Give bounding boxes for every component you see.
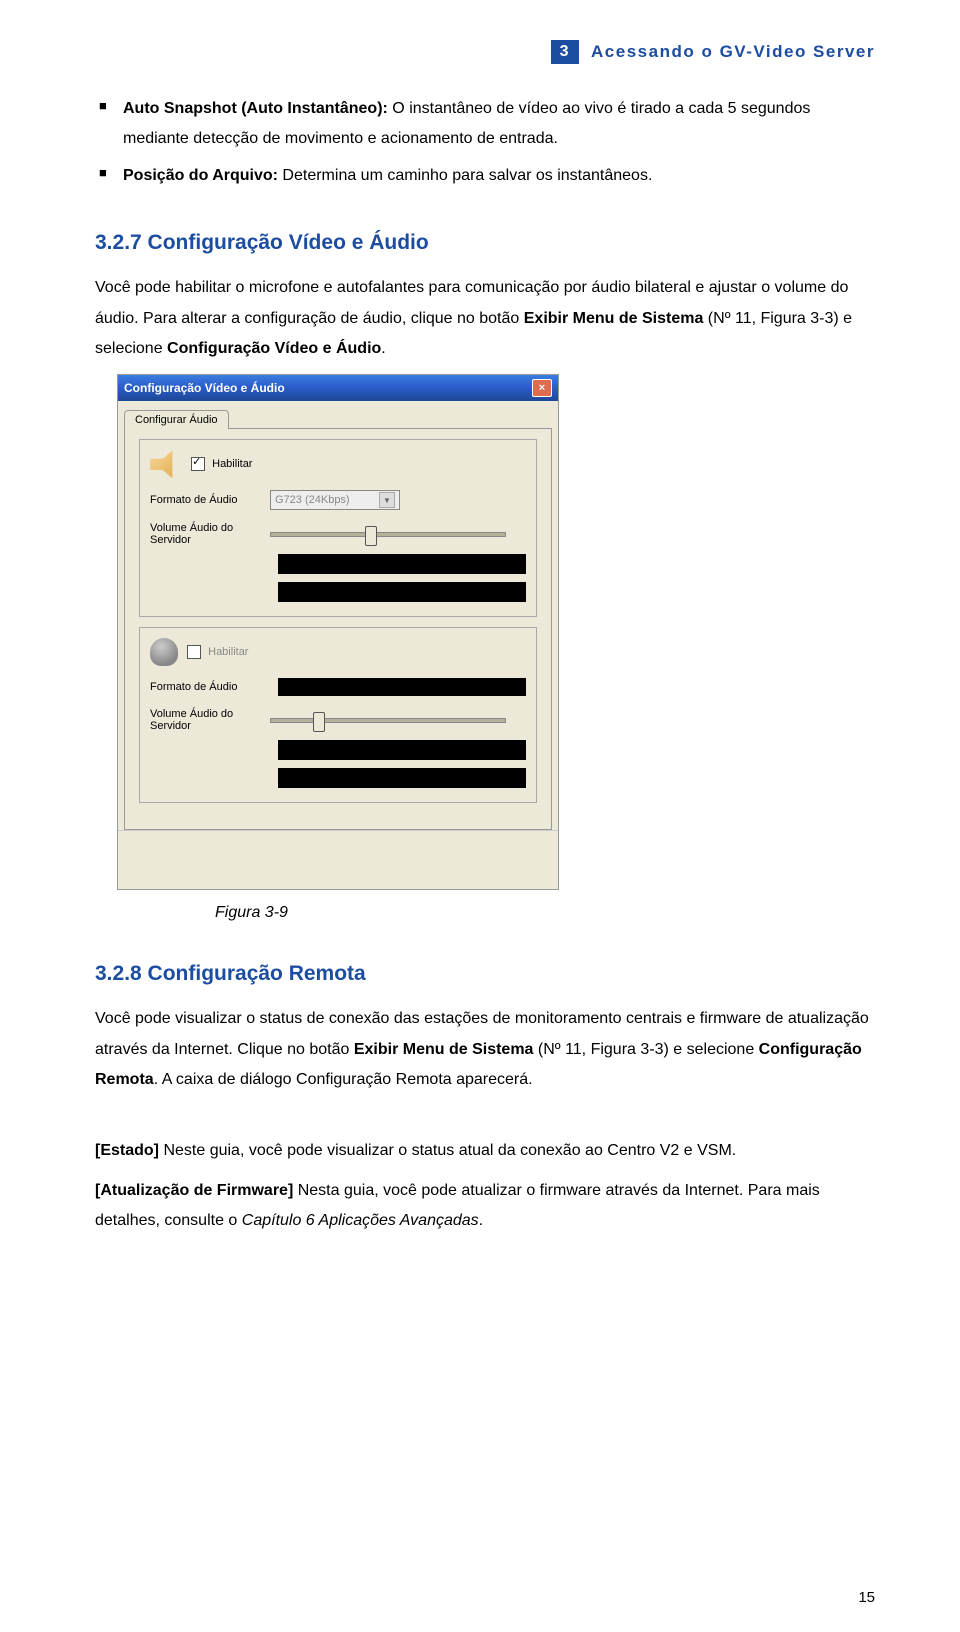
section-328-paragraph-1: Você pode visualizar o status de conexão… — [95, 1004, 875, 1095]
text-run: . A caixa de diálogo Configuração Remota… — [154, 1071, 533, 1088]
enable-mic-label: Habilitar — [208, 646, 248, 658]
redacted-bar — [278, 740, 526, 760]
bullet-bold: Auto Snapshot (Auto Instantâneo): — [123, 100, 388, 117]
figure-caption: Figura 3-9 — [215, 904, 875, 922]
slider-thumb[interactable] — [365, 526, 377, 546]
redacted-bar — [278, 678, 526, 696]
section-328-paragraph-estado: [Estado] Neste guia, você pode visualiza… — [95, 1136, 875, 1166]
text-run-bold: Configuração Vídeo e Áudio — [167, 340, 381, 357]
chapter-title: Acessando o GV-Video Server — [591, 42, 875, 62]
volume-label: Volume Áudio do Servidor — [150, 708, 270, 732]
dialog-titlebar[interactable]: Configuração Vídeo e Áudio × — [118, 375, 558, 401]
audio-format-label: Formato de Áudio — [150, 494, 270, 506]
text-run-bold: Exibir Menu de Sistema — [354, 1041, 534, 1058]
volume-label: Volume Áudio do Servidor — [150, 522, 270, 546]
chapter-number-box: 3 — [551, 40, 579, 64]
audio-format-dropdown[interactable]: G723 (24Kbps) ▼ — [270, 490, 400, 510]
mic-group: Habilitar Formato de Áudio Volume Áudio … — [139, 627, 537, 803]
bullet-list: Auto Snapshot (Auto Instantâneo): O inst… — [95, 94, 875, 191]
page-number: 15 — [858, 1589, 875, 1606]
tab-configurar-audio[interactable]: Configurar Áudio — [124, 410, 229, 429]
dialog-title: Configuração Vídeo e Áudio — [124, 381, 285, 395]
text-run-bold: [Atualização de Firmware] — [95, 1182, 293, 1199]
text-run: Neste guia, você pode visualizar o statu… — [159, 1142, 736, 1159]
section-328-paragraph-firmware: [Atualização de Firmware] Nesta guia, vo… — [95, 1176, 875, 1237]
slider-thumb[interactable] — [313, 712, 325, 732]
audio-format-label: Formato de Áudio — [150, 681, 270, 693]
text-run-italic: Capítulo 6 Aplicações Avançadas — [242, 1212, 479, 1229]
chevron-down-icon: ▼ — [379, 492, 395, 508]
list-item: Posição do Arquivo: Determina um caminho… — [95, 161, 875, 191]
audio-config-dialog: Configuração Vídeo e Áudio × Configurar … — [117, 374, 559, 890]
close-icon[interactable]: × — [532, 379, 552, 397]
dialog-button-area — [118, 830, 558, 889]
enable-mic-checkbox[interactable] — [187, 645, 201, 659]
speaker-group: Habilitar Formato de Áudio G723 (24Kbps)… — [139, 439, 537, 617]
section-327-paragraph: Você pode habilitar o microfone e autofa… — [95, 273, 875, 364]
redacted-bar — [278, 554, 526, 574]
volume-slider[interactable] — [270, 718, 506, 723]
text-run: (Nº 11, Figura 3-3) e selecione — [533, 1041, 758, 1058]
redacted-bar — [278, 768, 526, 788]
text-run: . — [479, 1212, 483, 1229]
redacted-bar — [278, 582, 526, 602]
volume-slider[interactable] — [270, 532, 506, 537]
tab-panel: Habilitar Formato de Áudio G723 (24Kbps)… — [124, 428, 552, 830]
speaker-icon — [150, 450, 182, 478]
list-item: Auto Snapshot (Auto Instantâneo): O inst… — [95, 94, 875, 155]
text-run-bold: [Estado] — [95, 1142, 159, 1159]
text-run: . — [381, 340, 385, 357]
text-run-bold: Exibir Menu de Sistema — [524, 310, 704, 327]
chapter-header: 3 Acessando o GV-Video Server — [95, 40, 875, 64]
enable-speaker-checkbox[interactable] — [191, 457, 205, 471]
enable-speaker-label: Habilitar — [212, 458, 252, 470]
section-heading-327: 3.2.7 Configuração Vídeo e Áudio — [95, 231, 875, 255]
audio-format-value: G723 (24Kbps) — [275, 494, 350, 506]
microphone-icon — [150, 638, 178, 666]
bullet-bold: Posição do Arquivo: — [123, 167, 278, 184]
section-heading-328: 3.2.8 Configuração Remota — [95, 962, 875, 986]
bullet-text: Determina um caminho para salvar os inst… — [278, 167, 652, 184]
